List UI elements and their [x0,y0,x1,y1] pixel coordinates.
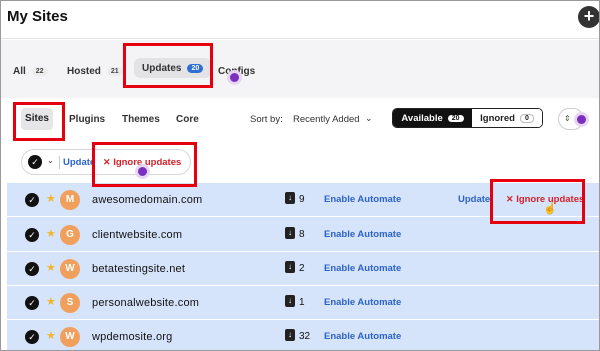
table-row[interactable]: ✓ ★ S personalwebsite.com ↓ 1 Enable Aut… [7,286,599,320]
onboarding-dot [138,167,147,176]
avatar: S [60,293,80,313]
plus-icon: + [583,6,595,26]
onboarding-dot [577,115,586,124]
row-checkbox[interactable]: ✓ [25,262,39,276]
page-title: My Sites [7,8,68,25]
filter-bar: Sites Plugins Themes Core Sort by: Recen… [1,98,599,142]
enable-automate-link[interactable]: Enable Automate [324,263,401,274]
tab-count: 20 [187,63,204,73]
site-list: ✓ ★ M awesomedomain.com ↓ 9 Enable Autom… [7,183,599,350]
table-row[interactable]: ✓ ★ M awesomedomain.com ↓ 9 Enable Autom… [7,183,599,217]
download-icon: ↓ [285,192,295,204]
star-icon[interactable]: ★ [46,192,56,205]
enable-automate-link[interactable]: Enable Automate [324,331,401,342]
site-domain[interactable]: wpdemosite.org [92,331,172,343]
star-icon[interactable]: ★ [46,261,56,274]
avatar: W [60,259,80,279]
update-count: 32 [299,331,311,342]
filter-tab-plugins[interactable]: Plugins [69,114,105,125]
toggle-available[interactable]: Available 20 [393,109,472,127]
tab-label: All [13,65,26,77]
tab-count: 21 [106,66,123,76]
hand-cursor-icon: ☝ [543,203,557,215]
row-checkbox[interactable]: ✓ [25,193,39,207]
row-checkbox[interactable]: ✓ [25,228,39,242]
bell-off-icon: ✕ [103,157,111,167]
row-checkbox[interactable]: ✓ [25,296,39,310]
tab-updates[interactable]: Updates 20 [134,58,212,78]
update-count: 9 [299,194,305,205]
enable-automate-link[interactable]: Enable Automate [324,194,401,205]
download-icon: ↓ [285,295,295,307]
filter-tab-sites[interactable]: Sites [21,108,53,130]
tab-count: 22 [31,66,48,76]
toggle-ignored[interactable]: Ignored 0 [472,109,542,127]
table-row[interactable]: ✓ ★ W betatestingsite.net ↓ 2 Enable Aut… [7,252,599,286]
site-domain[interactable]: clientwebsite.com [92,229,182,241]
toggle-label: Ignored [480,112,515,124]
download-icon: ↓ [285,227,295,239]
chevron-down-icon[interactable]: ⌄ [47,156,54,165]
tab-hosted[interactable]: Hosted 21 [67,62,123,80]
bell-off-icon: ✕ [506,194,514,204]
top-tabs: All 22 Hosted 21 Updates 20 Configs [1,40,599,98]
avatar: W [60,327,80,347]
status-toggle[interactable]: Available 20 Ignored 0 [392,108,543,128]
tab-label: Updates [142,62,182,74]
toggle-count: 0 [519,113,534,123]
app-window: My Sites + All 22 Hosted 21 Updates 20 C… [0,0,600,351]
chevron-down-icon[interactable]: ⌄ [365,113,373,124]
site-domain[interactable]: personalwebsite.com [92,297,199,309]
tab-all[interactable]: All 22 [13,62,48,80]
avatar: G [60,225,80,245]
toggle-count: 20 [447,114,464,122]
filter-tab-core[interactable]: Core [176,114,199,125]
download-icon: ↓ [285,329,295,341]
star-icon[interactable]: ★ [46,295,56,308]
toggle-label: Available [401,112,443,124]
divider [59,156,60,169]
site-domain[interactable]: awesomedomain.com [92,194,202,206]
add-site-button[interactable]: + [578,6,599,28]
update-count: 8 [299,229,305,240]
table-row[interactable]: ✓ ★ W wpdemosite.org ↓ 32 Enable Automat… [7,320,599,350]
download-icon: ↓ [285,261,295,273]
sort-arrows-icon: ⇕ [564,114,571,123]
bulk-update-button[interactable]: Update [63,157,95,168]
avatar: M [60,190,80,210]
bulk-ignore-label: Ignore updates [113,157,182,168]
star-icon[interactable]: ★ [46,329,56,342]
enable-automate-link[interactable]: Enable Automate [324,229,401,240]
row-update-button[interactable]: Update [458,194,490,205]
filter-tab-themes[interactable]: Themes [122,114,160,125]
table-row[interactable]: ✓ ★ G clientwebsite.com ↓ 8 Enable Autom… [7,218,599,252]
tab-label: Hosted [67,65,101,77]
check-icon: ✓ [31,157,39,167]
sort-select[interactable]: Recently Added [293,114,360,125]
select-all-checkbox[interactable]: ✓ [28,155,42,169]
update-count: 1 [299,297,305,308]
star-icon[interactable]: ★ [46,227,56,240]
update-count: 2 [299,263,305,274]
row-checkbox[interactable]: ✓ [25,330,39,344]
header: My Sites + [1,1,599,39]
sort-label: Sort by: [250,114,283,125]
site-domain[interactable]: betatestingsite.net [92,263,185,275]
onboarding-dot [230,73,239,82]
enable-automate-link[interactable]: Enable Automate [324,297,401,308]
